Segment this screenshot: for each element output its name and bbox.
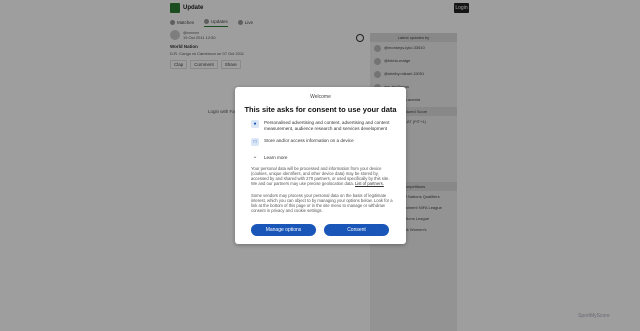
purpose-item: □ Store and/or access information on a d… [251, 138, 396, 146]
consent-text-legitimate: Some vendors may process your personal d… [251, 193, 393, 213]
device-icon: □ [251, 138, 259, 146]
person-icon: ● [251, 120, 259, 128]
consent-text: Your personal data will be processed and… [251, 166, 390, 186]
consent-dialog: Welcome This site asks for consent to us… [235, 87, 406, 244]
consent-button[interactable]: Consent [324, 224, 389, 236]
chevron-down-icon: ⌄ [252, 154, 258, 160]
partners-link[interactable]: List of partners. [355, 181, 384, 186]
purpose-item: ● Personalised advertising and content, … [251, 120, 396, 131]
learn-more-toggle[interactable]: ⌄ Learn more [251, 153, 287, 161]
dialog-title: This site asks for consent to use your d… [244, 105, 397, 114]
manage-options-button[interactable]: Manage options [251, 224, 316, 236]
dialog-welcome: Welcome [310, 94, 331, 100]
